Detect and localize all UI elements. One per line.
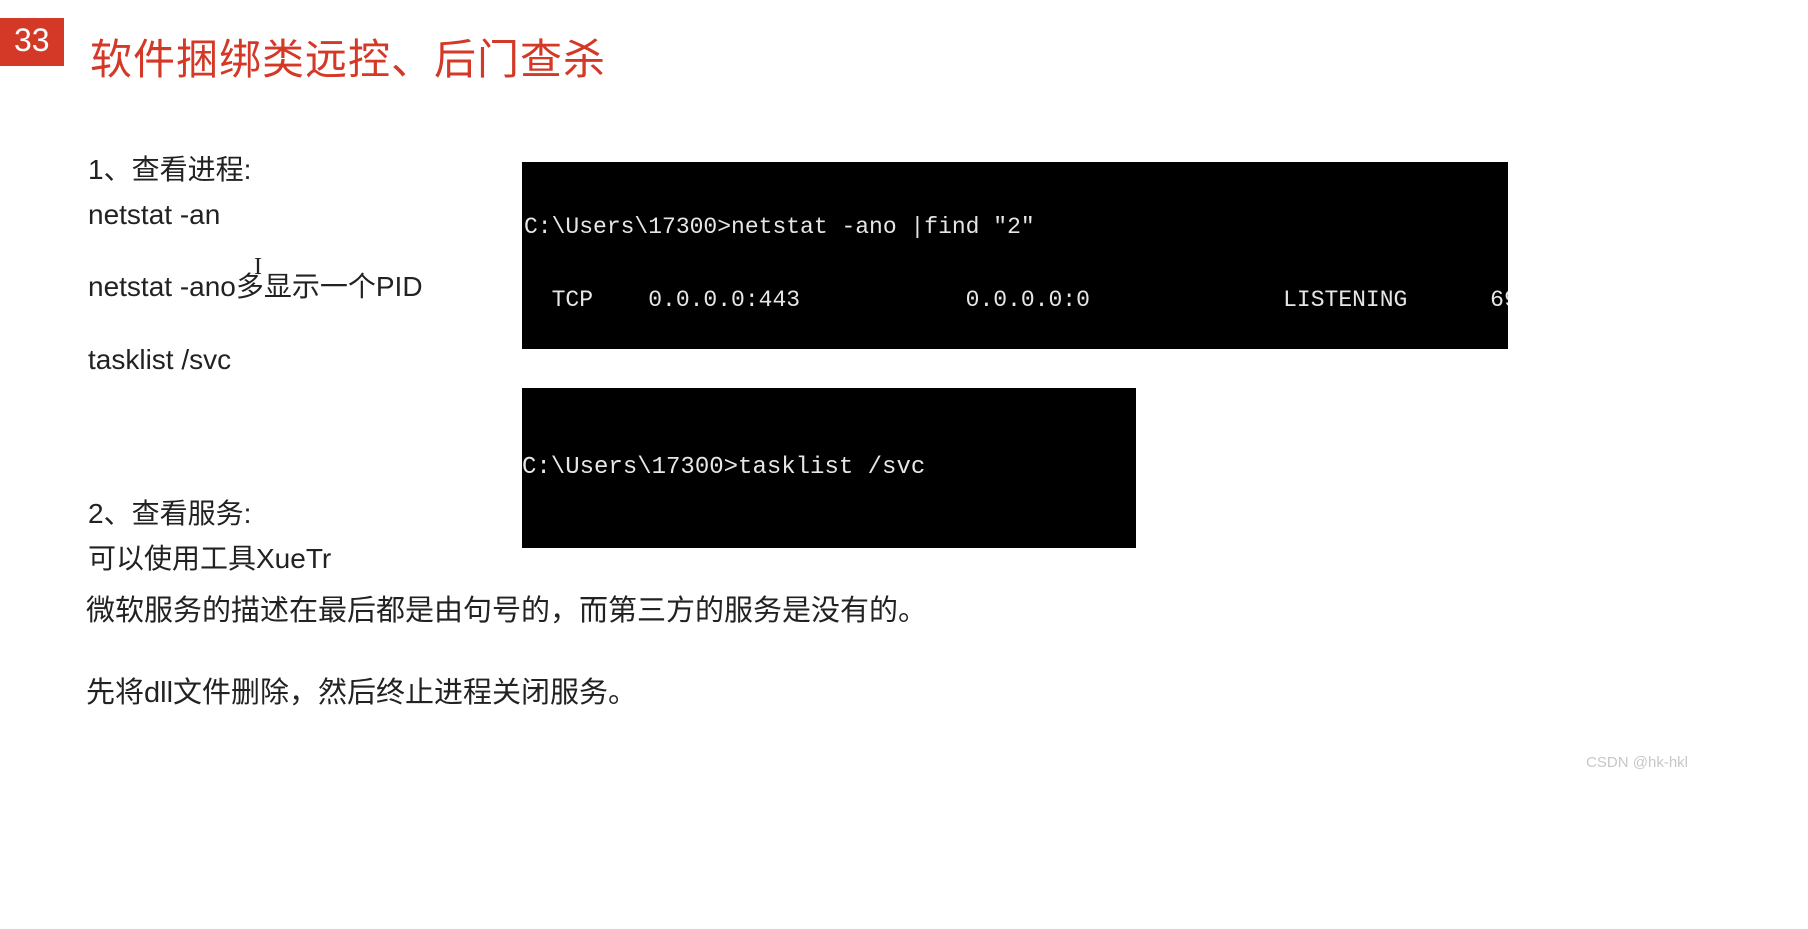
text-line: 可以使用工具XueTr	[88, 539, 423, 580]
terminal-prompt: C:\Users\17300>tasklist /svc	[522, 454, 1126, 483]
bottom-text: 微软服务的描述在最后都是由句号的，而第三方的服务是没有的。 先将dll文件删除，…	[86, 590, 927, 753]
text-line: netstat -an	[88, 195, 423, 236]
terminal-netstat: C:\Users\17300>netstat -ano |find "2" TC…	[522, 162, 1508, 349]
text-line: 微软服务的描述在最后都是由句号的，而第三方的服务是没有的。	[86, 590, 927, 634]
text-line: tasklist /svc	[88, 340, 423, 381]
text-line: 2、查看服务:	[88, 494, 423, 535]
slide-title: 软件捆绑类远控、后门查杀	[90, 26, 606, 87]
text-cursor-icon: I	[254, 254, 262, 281]
terminal-prompt: C:\Users\17300>netstat -ano |find "2"	[524, 215, 1498, 239]
slide-number-badge: 33	[0, 18, 64, 66]
terminal-row: TCP 0.0.0.0:443 0.0.0.0:0 LISTENING 6952	[524, 288, 1498, 312]
text-line: 1、查看进程:	[88, 150, 423, 191]
text-line: 先将dll文件删除，然后终止进程关闭服务。	[86, 672, 927, 716]
left-column: 1、查看进程: netstat -an netstat -ano多显示一个PID…	[88, 150, 423, 584]
watermark: CSDN @hk-hkl	[1586, 754, 1688, 771]
terminal-tasklist: C:\Users\17300>tasklist /svc 映像名称 PID 服务…	[522, 388, 1136, 548]
